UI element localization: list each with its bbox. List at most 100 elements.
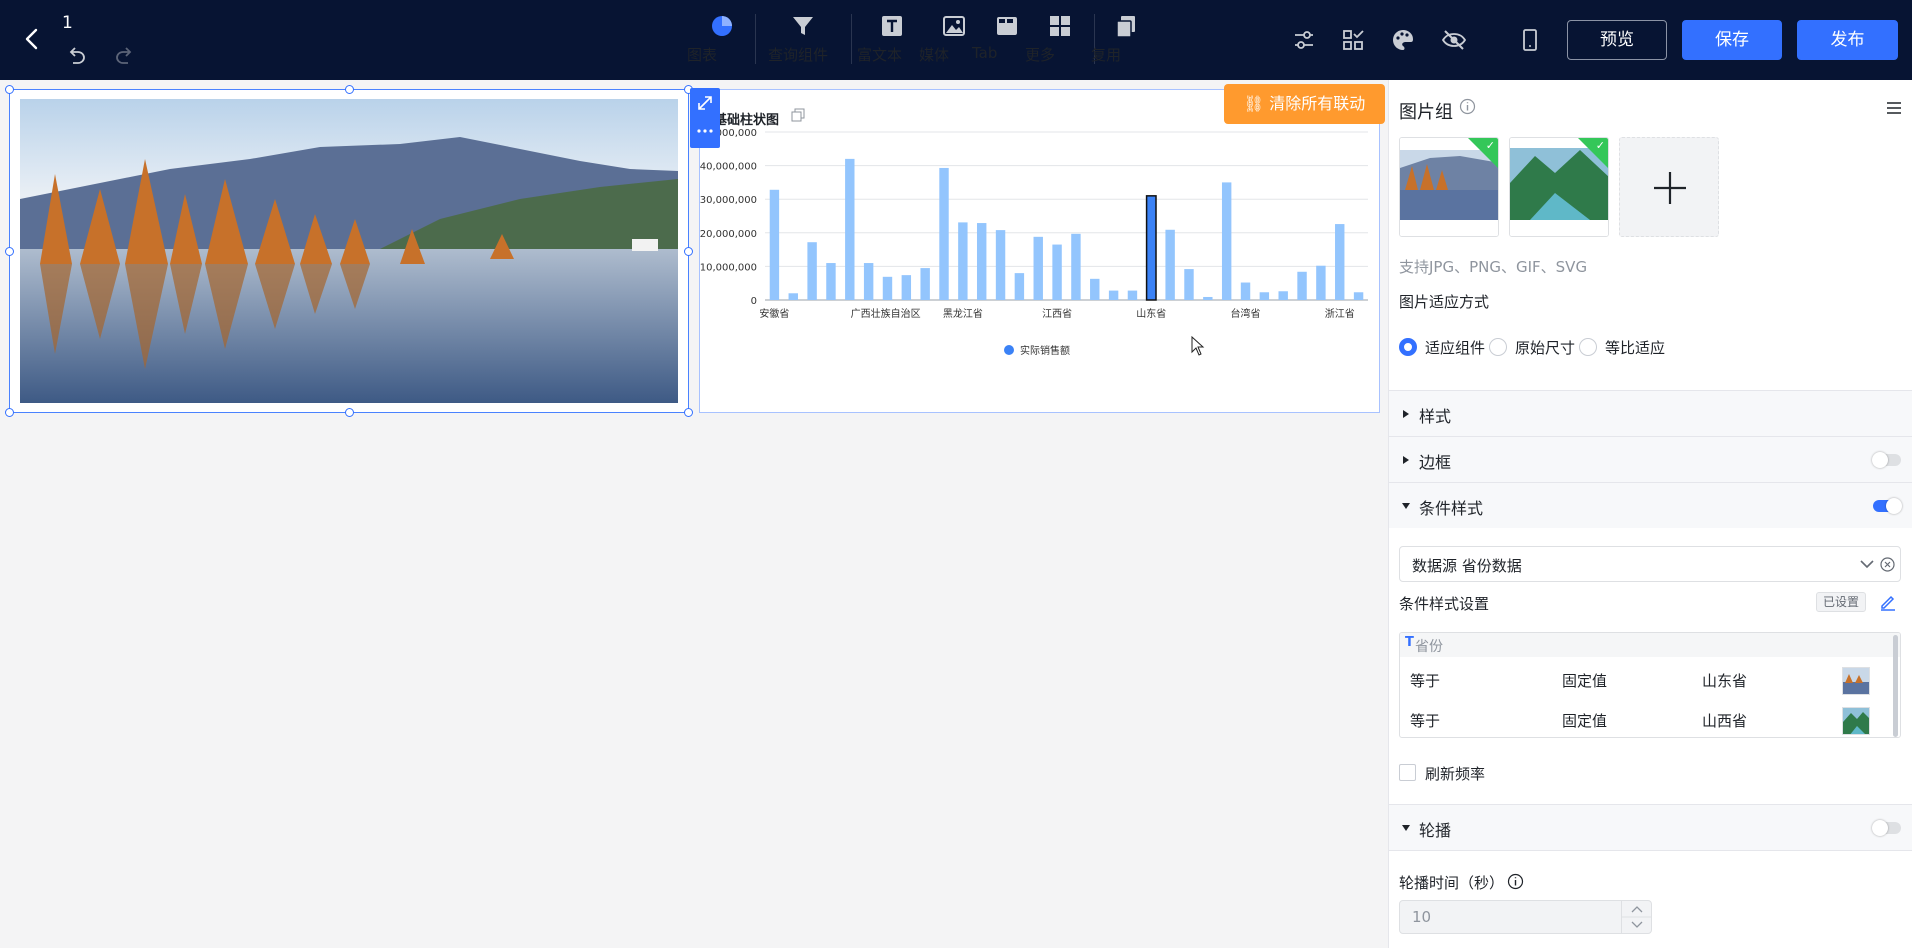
resize-handle[interactable] (684, 408, 693, 417)
chart-bar[interactable] (958, 222, 968, 300)
chart-bar[interactable] (882, 276, 893, 300)
menu-icon[interactable] (1885, 100, 1903, 116)
chart-bar[interactable] (920, 268, 930, 300)
resize-handle[interactable] (345, 408, 354, 417)
chart-bar[interactable] (1052, 244, 1062, 300)
redo-icon[interactable] (113, 46, 135, 66)
refresh-frequency-checkbox[interactable] (1399, 764, 1416, 781)
condition-value-type: 固定值 (1562, 712, 1608, 730)
section-border[interactable]: 边框 (1389, 436, 1912, 482)
undo-icon[interactable] (66, 46, 88, 66)
chart-bar[interactable] (1071, 233, 1081, 300)
radio-proportional-fit[interactable] (1579, 338, 1597, 356)
chart-bar[interactable] (807, 242, 817, 300)
condition-row[interactable]: 等于 固定值 山东省 (1400, 661, 1900, 699)
chart-bar[interactable] (1014, 273, 1025, 300)
chart-bar[interactable] (1145, 195, 1157, 301)
number-stepper[interactable] (1621, 901, 1652, 933)
edit-pencil-icon[interactable] (1879, 593, 1897, 611)
border-toggle[interactable] (1872, 452, 1901, 468)
chart-bar[interactable] (1184, 269, 1194, 300)
condition-rules-table: T 省份 等于 固定值 山东省 等于 固定值 山西省 (1399, 632, 1901, 738)
chart-bar[interactable] (826, 263, 836, 300)
carousel-time-input[interactable]: 10 (1399, 900, 1652, 934)
section-carousel[interactable]: 轮播 (1389, 804, 1912, 850)
component-check-icon[interactable] (1339, 26, 1367, 54)
clear-all-linkage-button[interactable]: ⛓ 清除所有联动 (1224, 84, 1385, 124)
info-icon[interactable] (1459, 98, 1476, 115)
conditional-style-toggle[interactable] (1873, 498, 1902, 514)
condition-image-thumbnail[interactable] (1842, 667, 1870, 695)
image-thumbnail[interactable]: ✓ (1399, 137, 1499, 237)
preview-button[interactable]: 预览 (1567, 20, 1667, 60)
tool-query[interactable]: 查询组件 (768, 12, 838, 72)
more-dots-icon[interactable] (696, 126, 714, 136)
sliders-icon[interactable] (1290, 26, 1318, 54)
chart-bar[interactable] (1165, 229, 1175, 300)
copy-icon[interactable] (791, 108, 805, 122)
back-arrow-icon[interactable] (18, 24, 46, 54)
resize-handle[interactable] (5, 85, 14, 94)
chart-bar[interactable] (788, 293, 798, 300)
chart-bar[interactable] (863, 263, 874, 300)
tool-reuse[interactable]: 复用 (1091, 12, 1161, 72)
chart-bar[interactable] (1203, 296, 1213, 300)
datasource-select[interactable]: 数据源 省份数据 (1399, 546, 1901, 582)
conditions-scrollbar[interactable] (1893, 635, 1898, 737)
chart-bar[interactable] (1240, 282, 1251, 300)
chart-bar[interactable] (939, 167, 949, 300)
resize-handle[interactable] (5, 247, 14, 256)
bar-chart-widget[interactable]: 0 10,000,000 20,000,000 30,000,000 40,000,00… (699, 89, 1380, 413)
condition-image-thumbnail[interactable] (1842, 707, 1870, 735)
resize-handle[interactable] (5, 408, 14, 417)
publish-button[interactable]: 发布 (1797, 20, 1898, 60)
image-group-widget[interactable] (5, 85, 693, 417)
tab-icon (997, 17, 1017, 35)
resize-handle[interactable] (345, 85, 354, 94)
section-title: 轮播 (1419, 821, 1452, 840)
bar-chart-plot[interactable]: 0 10,000,000 20,000,000 30,000,000 40,000,00… (700, 90, 1381, 414)
carousel-toggle[interactable] (1872, 820, 1901, 836)
theme-palette-icon[interactable] (1389, 26, 1417, 54)
eye-hidden-icon[interactable] (1440, 26, 1468, 54)
mobile-layout-icon[interactable] (1516, 26, 1544, 54)
pie-chart-icon (712, 16, 732, 36)
tool-chart[interactable]: 图表 (687, 12, 757, 72)
radio-original-size[interactable] (1489, 338, 1507, 356)
grid-icon (1050, 16, 1070, 36)
chart-bar[interactable] (769, 189, 780, 300)
chart-bar[interactable] (1108, 290, 1119, 300)
chart-bar[interactable] (1278, 291, 1288, 300)
section-conditional-style[interactable]: 条件样式 (1389, 482, 1912, 528)
chart-bar[interactable] (1221, 182, 1232, 300)
chart-bar[interactable] (1090, 278, 1100, 300)
chart-bar[interactable] (976, 223, 987, 300)
chart-bar[interactable] (1316, 265, 1326, 300)
chart-bar[interactable] (1127, 290, 1138, 300)
chart-bar[interactable] (1033, 236, 1043, 300)
chart-bar[interactable] (1259, 292, 1270, 300)
add-image-button[interactable] (1619, 137, 1719, 237)
expand-icon[interactable] (696, 94, 714, 112)
tool-more[interactable]: 更多 (1025, 12, 1095, 72)
toolbar-divider (851, 14, 852, 64)
condition-row[interactable]: 等于 固定值 山西省 (1400, 701, 1900, 737)
image-thumbnail[interactable]: ✓ (1509, 137, 1609, 237)
clear-circle-icon[interactable] (1880, 557, 1895, 572)
chart-bar[interactable] (995, 230, 1006, 300)
chart-bar[interactable] (1297, 271, 1307, 300)
resize-handle[interactable] (684, 247, 693, 256)
save-button[interactable]: 保存 (1682, 20, 1782, 60)
section-style[interactable]: 样式 (1389, 390, 1912, 436)
tool-richtext[interactable]: 富文本 (857, 12, 927, 72)
chart-bar[interactable] (901, 275, 912, 300)
x-tick-label: 黑龙江省 (943, 307, 983, 320)
chart-bar[interactable] (1353, 292, 1364, 300)
radio-fit-component[interactable] (1399, 338, 1417, 356)
chart-bar[interactable] (845, 158, 855, 300)
chart-bar[interactable] (1335, 224, 1345, 300)
dashboard-canvas[interactable]: 0 10,000,000 20,000,000 30,000,000 40,000,00… (0, 80, 1388, 948)
refresh-frequency-label: 刷新频率 (1425, 765, 1486, 783)
text-icon (882, 16, 902, 36)
info-icon[interactable] (1507, 873, 1524, 890)
